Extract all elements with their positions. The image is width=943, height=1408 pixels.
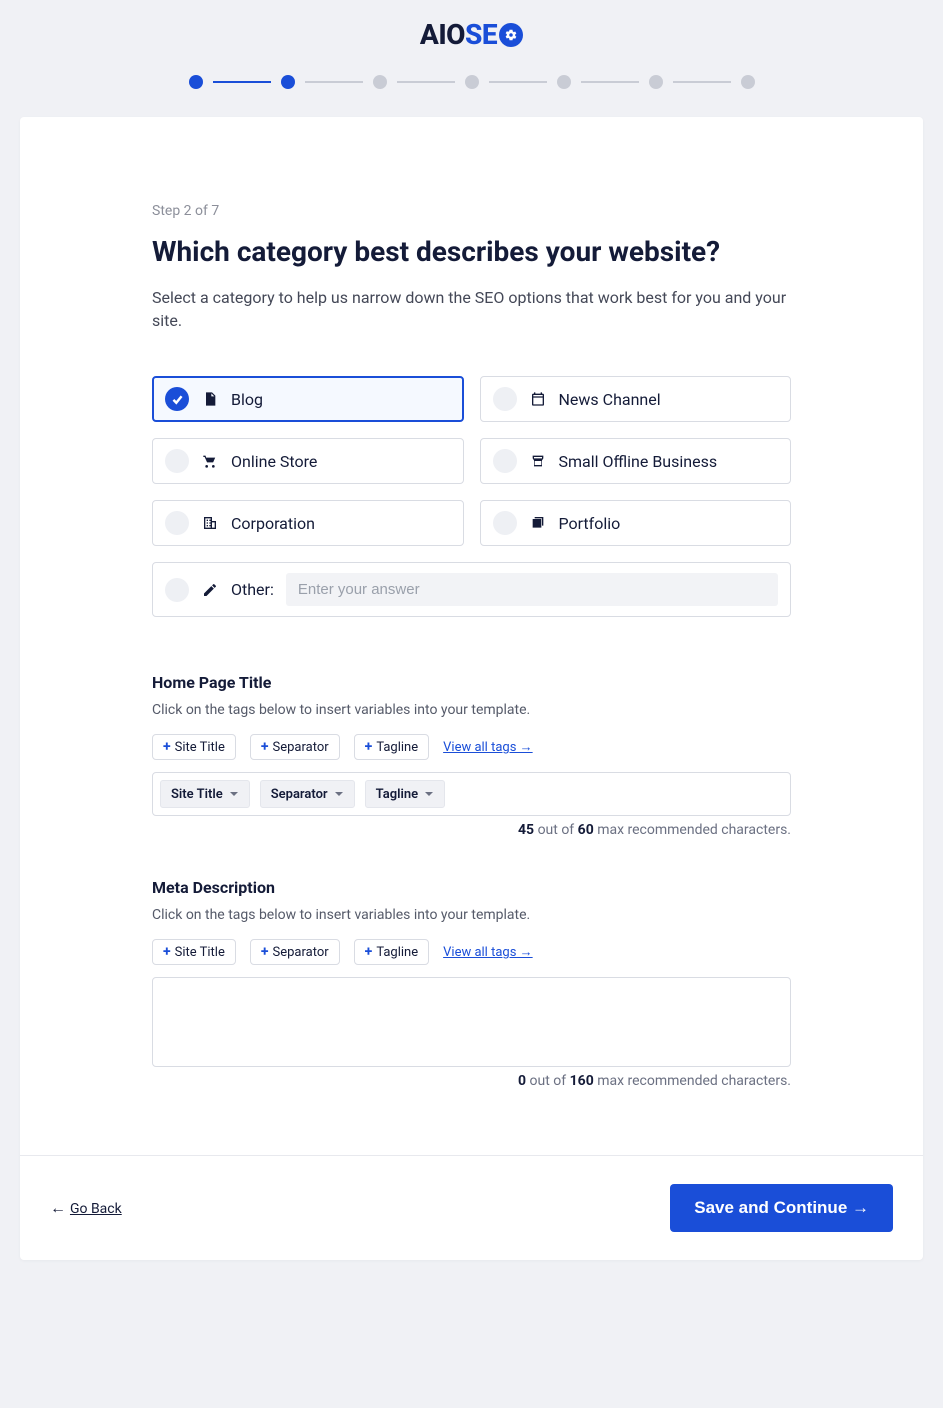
home-title-counter: 45 out of 60 max recommended characters. xyxy=(152,822,791,838)
step-line-1 xyxy=(213,81,271,83)
radio-unchecked-icon xyxy=(493,449,517,473)
view-all-tags-link[interactable]: View all tags → xyxy=(443,944,533,960)
meta-desc-counter: 0 out of 160 max recommended characters. xyxy=(152,1073,791,1089)
doc-icon xyxy=(201,391,219,407)
logo: AIO SE xyxy=(420,18,523,51)
home-title-tagrow: +Site Title +Separator +Tagline View all… xyxy=(152,734,791,760)
radio-unchecked-icon xyxy=(493,387,517,411)
radio-unchecked-icon xyxy=(165,511,189,535)
wizard-footer: ← Go Back Save and Continue → xyxy=(20,1155,923,1260)
pencil-icon xyxy=(201,582,219,598)
page-subtitle: Select a category to help us narrow down… xyxy=(152,286,791,332)
chevron-down-icon xyxy=(229,789,239,799)
step-dot-2 xyxy=(281,75,295,89)
meta-desc-tagrow: +Site Title +Separator +Tagline View all… xyxy=(152,939,791,965)
plus-icon: + xyxy=(163,739,171,755)
category-portfolio[interactable]: Portfolio xyxy=(480,500,792,546)
plus-icon: + xyxy=(163,944,171,960)
plus-icon: + xyxy=(261,944,269,960)
step-dot-1 xyxy=(189,75,203,89)
meta-desc-editor[interactable] xyxy=(152,977,791,1067)
category-label: Online Store xyxy=(231,452,317,471)
plus-icon: + xyxy=(365,944,373,960)
step-dot-5 xyxy=(557,75,571,89)
step-dot-7 xyxy=(741,75,755,89)
logo-aio: AIO xyxy=(420,18,465,51)
cart-icon xyxy=(201,453,219,469)
category-news-channel[interactable]: News Channel xyxy=(480,376,792,422)
calendar-icon xyxy=(529,391,547,407)
view-all-tags-link[interactable]: View all tags → xyxy=(443,739,533,755)
radio-unchecked-icon xyxy=(165,449,189,473)
step-line-5 xyxy=(581,81,639,83)
step-dot-6 xyxy=(649,75,663,89)
gear-icon xyxy=(499,23,523,47)
chip-tagline[interactable]: Tagline xyxy=(365,780,445,808)
category-grid: Blog News Channel Online Store Small Off… xyxy=(152,376,791,617)
chevron-down-icon xyxy=(334,789,344,799)
step-dot-4 xyxy=(465,75,479,89)
category-corporation[interactable]: Corporation xyxy=(152,500,464,546)
wizard-card: Step 2 of 7 Which category best describe… xyxy=(20,117,923,1260)
category-small-offline-business[interactable]: Small Offline Business xyxy=(480,438,792,484)
category-blog[interactable]: Blog xyxy=(152,376,464,422)
category-online-store[interactable]: Online Store xyxy=(152,438,464,484)
save-continue-button[interactable]: Save and Continue → xyxy=(670,1184,893,1232)
category-other[interactable]: Other: xyxy=(152,562,791,617)
category-label: Small Offline Business xyxy=(559,452,718,471)
tag-button-separator[interactable]: +Separator xyxy=(250,939,340,965)
radio-unchecked-icon xyxy=(493,511,517,535)
storefront-icon xyxy=(529,453,547,469)
tag-button-tagline[interactable]: +Tagline xyxy=(354,939,429,965)
category-label: News Channel xyxy=(559,390,661,409)
home-title-heading: Home Page Title xyxy=(152,673,791,692)
tag-button-site-title[interactable]: +Site Title xyxy=(152,939,236,965)
step-line-6 xyxy=(673,81,731,83)
stack-icon xyxy=(529,515,547,531)
plus-icon: + xyxy=(365,739,373,755)
tag-button-site-title[interactable]: +Site Title xyxy=(152,734,236,760)
page-title: Which category best describes your websi… xyxy=(152,235,791,268)
tag-button-tagline[interactable]: +Tagline xyxy=(354,734,429,760)
logo-seo: SE xyxy=(465,18,523,51)
step-line-3 xyxy=(397,81,455,83)
header: AIO SE xyxy=(0,0,943,61)
radio-checked-icon xyxy=(165,387,189,411)
tag-button-separator[interactable]: +Separator xyxy=(250,734,340,760)
category-other-label: Other: xyxy=(231,580,274,599)
home-title-editor[interactable]: Site Title Separator Tagline xyxy=(152,772,791,816)
plus-icon: + xyxy=(261,739,269,755)
category-other-input[interactable] xyxy=(286,573,778,606)
chip-site-title[interactable]: Site Title xyxy=(160,780,250,808)
wizard-stepper xyxy=(0,61,943,117)
home-title-desc: Click on the tags below to insert variab… xyxy=(152,702,791,718)
step-indicator: Step 2 of 7 xyxy=(152,203,791,219)
meta-desc-heading: Meta Description xyxy=(152,878,791,897)
step-line-4 xyxy=(489,81,547,83)
chevron-down-icon xyxy=(424,789,434,799)
step-dot-3 xyxy=(373,75,387,89)
building-icon xyxy=(201,515,219,531)
meta-desc-subtext: Click on the tags below to insert variab… xyxy=(152,907,791,923)
category-label: Portfolio xyxy=(559,514,621,533)
category-label: Blog xyxy=(231,390,263,409)
radio-unchecked-icon xyxy=(165,578,189,602)
go-back-link[interactable]: ← Go Back xyxy=(50,1198,122,1218)
chip-separator[interactable]: Separator xyxy=(260,780,355,808)
category-label: Corporation xyxy=(231,514,315,533)
step-line-2 xyxy=(305,81,363,83)
